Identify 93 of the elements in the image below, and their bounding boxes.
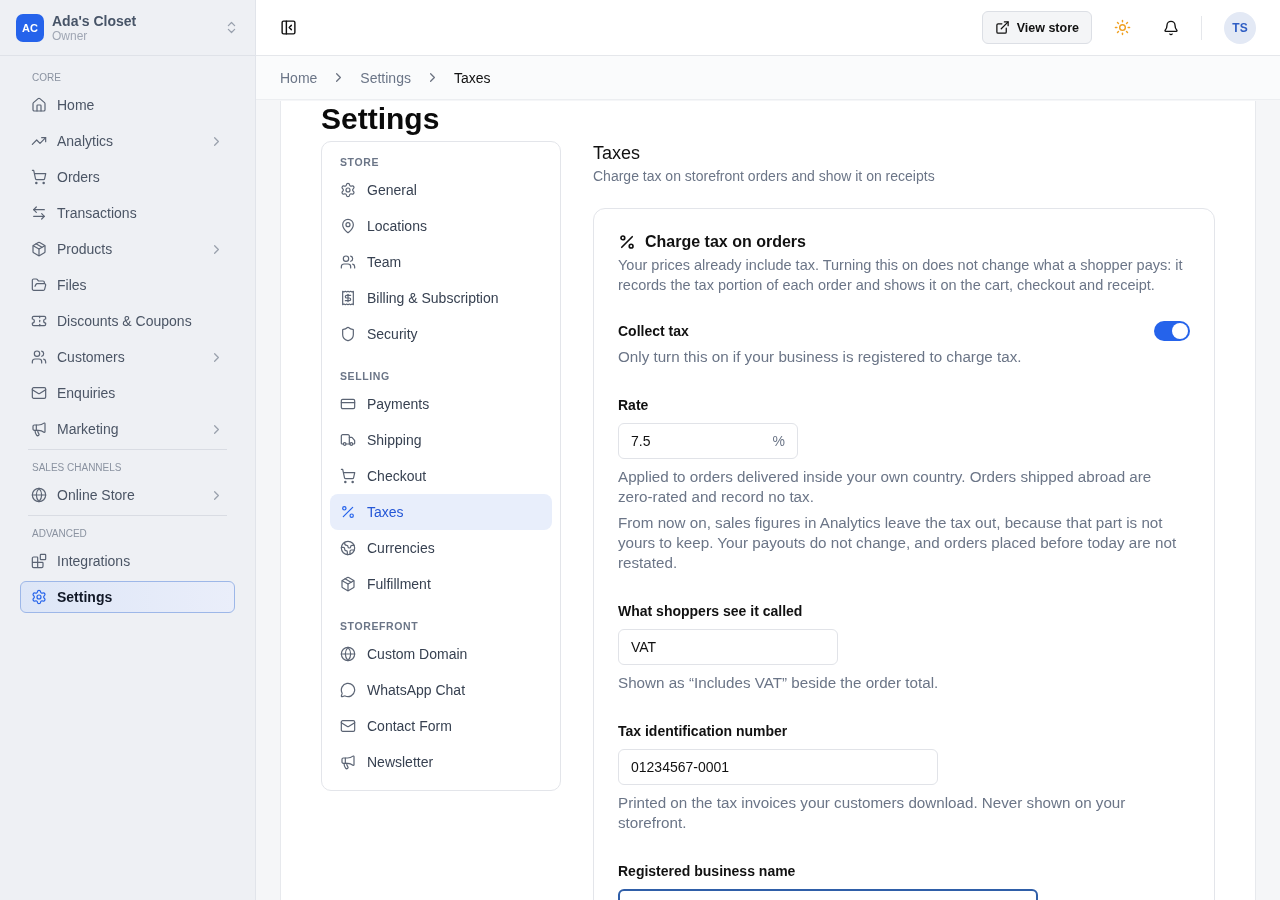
sidebar-item[interactable]: Home	[20, 89, 235, 121]
page-title: Settings	[321, 101, 441, 137]
cart-icon	[31, 169, 47, 185]
sidebar-item[interactable]: Files	[20, 269, 235, 301]
field-label: Collect tax	[618, 323, 689, 339]
globe-icon	[31, 487, 47, 503]
receipt-icon	[340, 290, 356, 306]
chat-icon	[340, 682, 356, 698]
breadcrumb-link[interactable]: Home	[280, 69, 318, 86]
box-icon	[340, 576, 356, 592]
settings-nav-item[interactable]: Fulfillment	[330, 566, 552, 602]
field-hint: Applied to orders delivered inside your own country. Orders shipped abroad are zero-rated and record no tax.	[618, 467, 1153, 507]
sidebar-item[interactable]: Orders	[20, 161, 235, 193]
globe-icon	[340, 646, 356, 662]
users-icon	[340, 254, 356, 270]
settings-icon	[340, 182, 356, 198]
collect-tax-switch[interactable]	[1154, 321, 1190, 341]
settings-nav-item[interactable]: Payments	[330, 386, 552, 422]
nav-section-title: STORE	[339, 155, 380, 170]
store-switcher[interactable]: AC Ada's Closet Owner	[0, 0, 255, 56]
section-title: CORE	[31, 71, 62, 85]
input-field[interactable]: 7.5 %	[618, 423, 798, 459]
field-label: What shoppers see it called	[618, 603, 804, 619]
settings-nav-item[interactable]: Billing & Subscription	[330, 280, 552, 316]
external-link-icon	[994, 20, 1010, 35]
field-hint: Only turn this on if your business is registered to charge tax.	[618, 347, 1023, 367]
section-title: Taxes	[593, 143, 642, 164]
nav-section-title: STOREFRONT	[339, 619, 420, 634]
settings-nav-item[interactable]: Security	[330, 316, 552, 352]
card-icon	[340, 396, 356, 412]
field-hint: From now on, sales figures in Analytics leave the tax out, because that part is not yours to keep. Your payouts do not change, and orders placed before today are not restated.	[618, 513, 1178, 573]
blocks-icon	[31, 553, 47, 569]
view-store-button[interactable]: View store	[981, 11, 1092, 44]
settings-nav-item[interactable]: WhatsApp Chat	[330, 672, 552, 708]
megaphone-icon	[31, 421, 47, 437]
settings-nav-item[interactable]: Contact Form	[330, 708, 552, 744]
store-logo: AC	[16, 13, 44, 42]
settings-nav-item[interactable]: Shipping	[330, 422, 552, 458]
settings-icon	[31, 589, 47, 605]
sidebar-item[interactable]: Settings	[20, 581, 235, 613]
megaphone-icon	[340, 754, 356, 770]
section-subtitle: Charge tax on storefront orders and show it on receipts	[593, 168, 936, 184]
breadcrumb-link[interactable]: Settings	[360, 69, 411, 86]
cart-icon	[340, 468, 356, 484]
field-label: Registered business name	[618, 863, 797, 879]
sidebar-item[interactable]: Enquiries	[20, 377, 235, 409]
field-label: Rate	[618, 397, 650, 413]
percent-icon	[340, 504, 356, 520]
settings-nav-item[interactable]: General	[330, 172, 552, 208]
users-icon	[31, 349, 47, 365]
breadcrumb-link[interactable]: Taxes	[453, 69, 491, 86]
home-icon	[31, 97, 47, 113]
user-avatar[interactable]: TS	[1224, 11, 1256, 44]
card-description: Your prices already include tax. Turning this on does not change what a shopper pays: it records the tax portion of each order and shows it on the cart, checkout and receipt.	[618, 256, 1184, 295]
shield-icon	[340, 326, 356, 342]
settings-nav-item[interactable]: Locations	[330, 208, 552, 244]
pin-icon	[340, 218, 356, 234]
store-name: Ada's Closet	[52, 12, 138, 29]
store-role: Owner	[52, 28, 89, 43]
settings-nav-item[interactable]: Team	[330, 244, 552, 280]
truck-icon	[340, 432, 356, 448]
settings-nav-item[interactable]: Newsletter	[330, 744, 552, 780]
sidebar-item[interactable]: Products	[20, 233, 235, 265]
input-field[interactable]: VAT	[618, 629, 838, 665]
mail-icon	[31, 385, 47, 401]
settings-nav-item[interactable]: Currencies	[330, 530, 552, 566]
field-hint: Printed on the tax invoices your customers download. Never shown on your storefront.	[618, 793, 1127, 833]
nav-section-title: SELLING	[339, 369, 391, 384]
notifications-icon[interactable]	[1163, 19, 1179, 36]
box-icon	[31, 241, 47, 257]
sidebar-item[interactable]: Analytics	[20, 125, 235, 157]
input-field[interactable]: 01234567-0001	[618, 749, 938, 785]
field-hint: Shown as “Includes VAT” beside the order total.	[618, 673, 940, 693]
arrows-icon	[31, 205, 47, 221]
folder-icon	[31, 277, 47, 293]
settings-nav-item[interactable]: Custom Domain	[330, 636, 552, 672]
percent-icon	[618, 233, 636, 251]
sidebar-item[interactable]: Online Store	[20, 479, 235, 511]
mail-icon	[340, 718, 356, 734]
sidebar-item[interactable]: Marketing	[20, 413, 235, 445]
settings-nav-item[interactable]: Checkout	[330, 458, 552, 494]
card-title: Charge tax on orders	[645, 233, 806, 251]
field-label: Tax identification number	[618, 723, 789, 739]
sidebar-item[interactable]: Transactions	[20, 197, 235, 229]
section-title: ADVANCED	[31, 527, 88, 541]
ticket-icon	[31, 313, 47, 329]
settings-nav-item[interactable]: Taxes	[330, 494, 552, 530]
earth-icon	[340, 540, 356, 556]
sidebar-item[interactable]: Customers	[20, 341, 235, 373]
sidebar-item[interactable]: Integrations	[20, 545, 235, 577]
sidebar-toggle-icon[interactable]	[280, 19, 297, 36]
sidebar-item[interactable]: Discounts & Coupons	[20, 305, 235, 337]
section-title: SALES CHANNELS	[31, 461, 123, 475]
